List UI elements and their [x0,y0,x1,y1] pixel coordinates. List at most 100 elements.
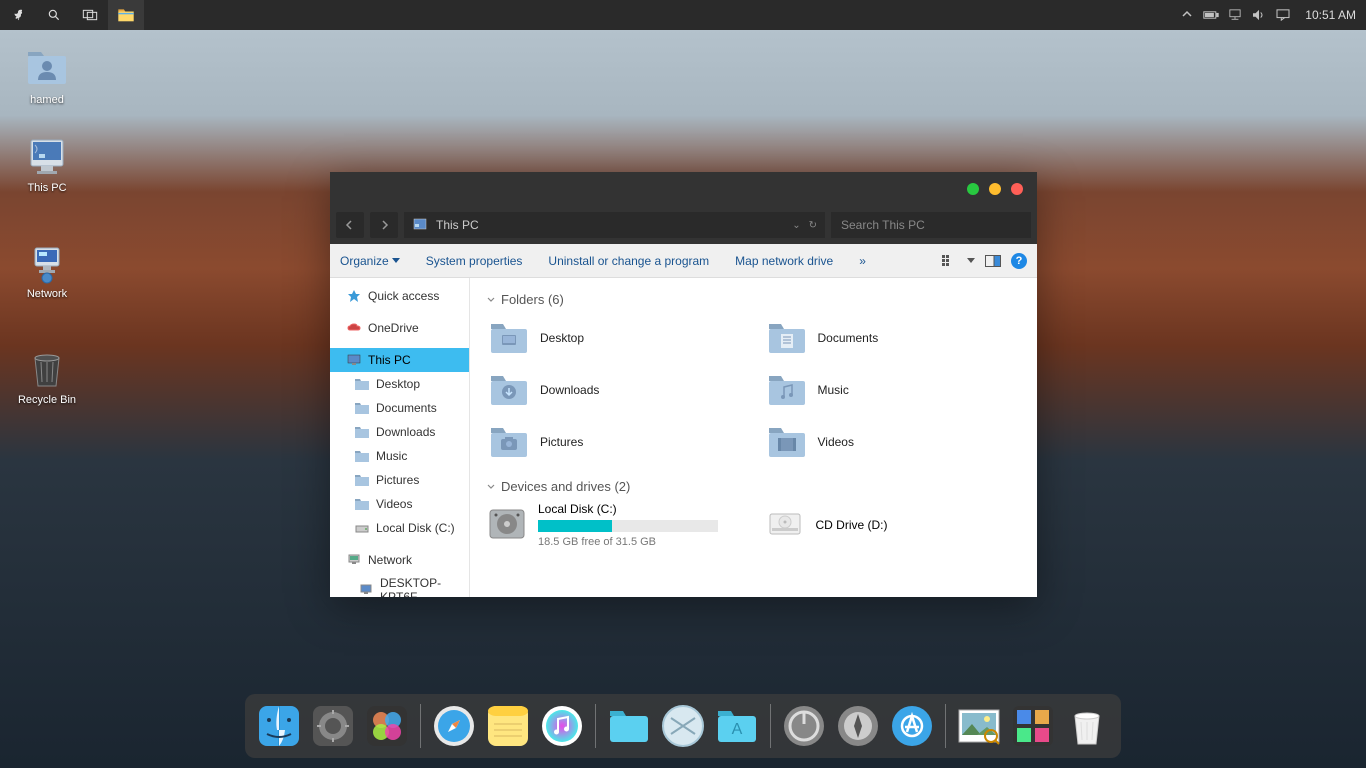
sidebar-music[interactable]: Music [330,444,469,468]
minimize-button[interactable] [967,183,979,195]
desktop-icon-recyclebin[interactable]: Recycle Bin [12,346,82,406]
cd-drive-icon [764,502,806,544]
volume-icon[interactable] [1251,7,1267,23]
recyclebin-icon [25,346,69,390]
location-icon [412,217,428,233]
dock-folder-1[interactable] [605,702,653,750]
system-properties-button[interactable]: System properties [426,254,523,268]
address-bar[interactable]: This PC ⌄ ↻ [404,212,825,238]
drives-group-header[interactable]: Devices and drives (2) [486,479,1021,494]
folder-pictures[interactable]: Pictures [486,419,744,465]
search-button[interactable] [36,0,72,30]
sidebar-network[interactable]: Network [330,548,469,572]
refresh-icon[interactable]: ↻ [809,220,817,231]
disk-icon [354,520,370,536]
drive-local-c[interactable]: Local Disk (C:) 18.5 GB free of 31.5 GB [486,502,744,548]
drive-label: CD Drive (D:) [816,518,888,532]
more-commands-button[interactable]: » [859,254,866,268]
folder-icon [354,400,370,416]
sidebar-network-host[interactable]: DESKTOP-KPT6F [330,572,469,597]
dock-trash[interactable] [1063,702,1111,750]
dock-launchpad[interactable] [834,702,882,750]
dock-missioncontrol[interactable] [1009,702,1057,750]
folder-large-icon [766,421,808,463]
view-dropdown-icon[interactable] [967,258,975,263]
folder-large-icon [488,317,530,359]
folder-icon [354,376,370,392]
dock-appstore[interactable] [888,702,936,750]
battery-icon[interactable] [1203,7,1219,23]
dock-itunes[interactable] [538,702,586,750]
desktop-icon-label: Recycle Bin [12,394,82,406]
sidebar-onedrive[interactable]: OneDrive [330,316,469,340]
dock-safari[interactable] [430,702,478,750]
folder-icon [354,448,370,464]
folder-music[interactable]: Music [764,367,1022,413]
folders-group-header[interactable]: Folders (6) [486,292,1021,307]
breadcrumb-dropdown-icon[interactable]: ⌄ [792,220,800,231]
dock-elcapitan[interactable] [659,702,707,750]
folder-large-icon [488,421,530,463]
uninstall-button[interactable]: Uninstall or change a program [548,254,709,268]
command-bar: Organize System properties Uninstall or … [330,244,1037,278]
dock-photos[interactable] [955,702,1003,750]
dock-folder-2[interactable]: A [713,702,761,750]
folder-desktop[interactable]: Desktop [486,315,744,361]
star-icon [346,288,362,304]
sidebar-quickaccess[interactable]: Quick access [330,284,469,308]
view-options-button[interactable] [941,253,957,269]
content-pane: Folders (6) Desktop Documents Downloads … [470,278,1037,597]
titlebar[interactable] [330,172,1037,206]
dock-finder[interactable] [255,702,303,750]
svg-text:A: A [732,721,743,738]
action-center-icon[interactable] [1275,7,1291,23]
start-button[interactable] [0,0,36,30]
network-icon [346,552,362,568]
pc-icon [346,352,362,368]
desktop-icon-user[interactable]: hamed [12,46,82,106]
sidebar-localdisk[interactable]: Local Disk (C:) [330,516,469,540]
network-tray-icon[interactable] [1227,7,1243,23]
taskbar-clock[interactable]: 10:51 AM [1299,8,1356,22]
network-icon [25,240,69,284]
folder-icon [354,424,370,440]
sidebar-videos[interactable]: Videos [330,492,469,516]
file-explorer-taskbar[interactable] [108,0,144,30]
desktop-icon-thispc[interactable]: This PC [12,134,82,194]
sidebar-thispc[interactable]: This PC [330,348,469,372]
search-input[interactable]: Search This PC [831,212,1031,238]
folder-downloads[interactable]: Downloads [486,367,744,413]
desktop-icon-label: Network [12,288,82,300]
map-drive-button[interactable]: Map network drive [735,254,833,268]
forward-button[interactable] [370,212,398,238]
sidebar-desktop[interactable]: Desktop [330,372,469,396]
back-button[interactable] [336,212,364,238]
tray-chevron-icon[interactable] [1179,7,1195,23]
computer-icon [358,582,374,597]
folder-large-icon [766,369,808,411]
drive-label: Local Disk (C:) [538,502,744,516]
user-folder-icon [25,46,69,90]
dock-settings[interactable] [309,702,357,750]
task-view-button[interactable] [72,0,108,30]
folder-videos[interactable]: Videos [764,419,1022,465]
drive-usage-bar [538,520,718,532]
drive-cd-d[interactable]: CD Drive (D:) [764,502,1022,548]
dock-separator [595,704,596,748]
dock-gamecenter[interactable] [363,702,411,750]
dock-power[interactable] [780,702,828,750]
sidebar-downloads[interactable]: Downloads [330,420,469,444]
dock-separator [945,704,946,748]
folder-icon [354,496,370,512]
preview-pane-button[interactable] [985,253,1001,269]
sidebar-documents[interactable]: Documents [330,396,469,420]
organize-menu[interactable]: Organize [340,254,400,268]
help-button[interactable]: ? [1011,253,1027,269]
maximize-button[interactable] [989,183,1001,195]
close-button[interactable] [1011,183,1023,195]
folder-documents[interactable]: Documents [764,315,1022,361]
sidebar-pictures[interactable]: Pictures [330,468,469,492]
desktop-icon-network[interactable]: Network [12,240,82,300]
address-bar-row: This PC ⌄ ↻ Search This PC [330,206,1037,244]
dock-notes[interactable] [484,702,532,750]
